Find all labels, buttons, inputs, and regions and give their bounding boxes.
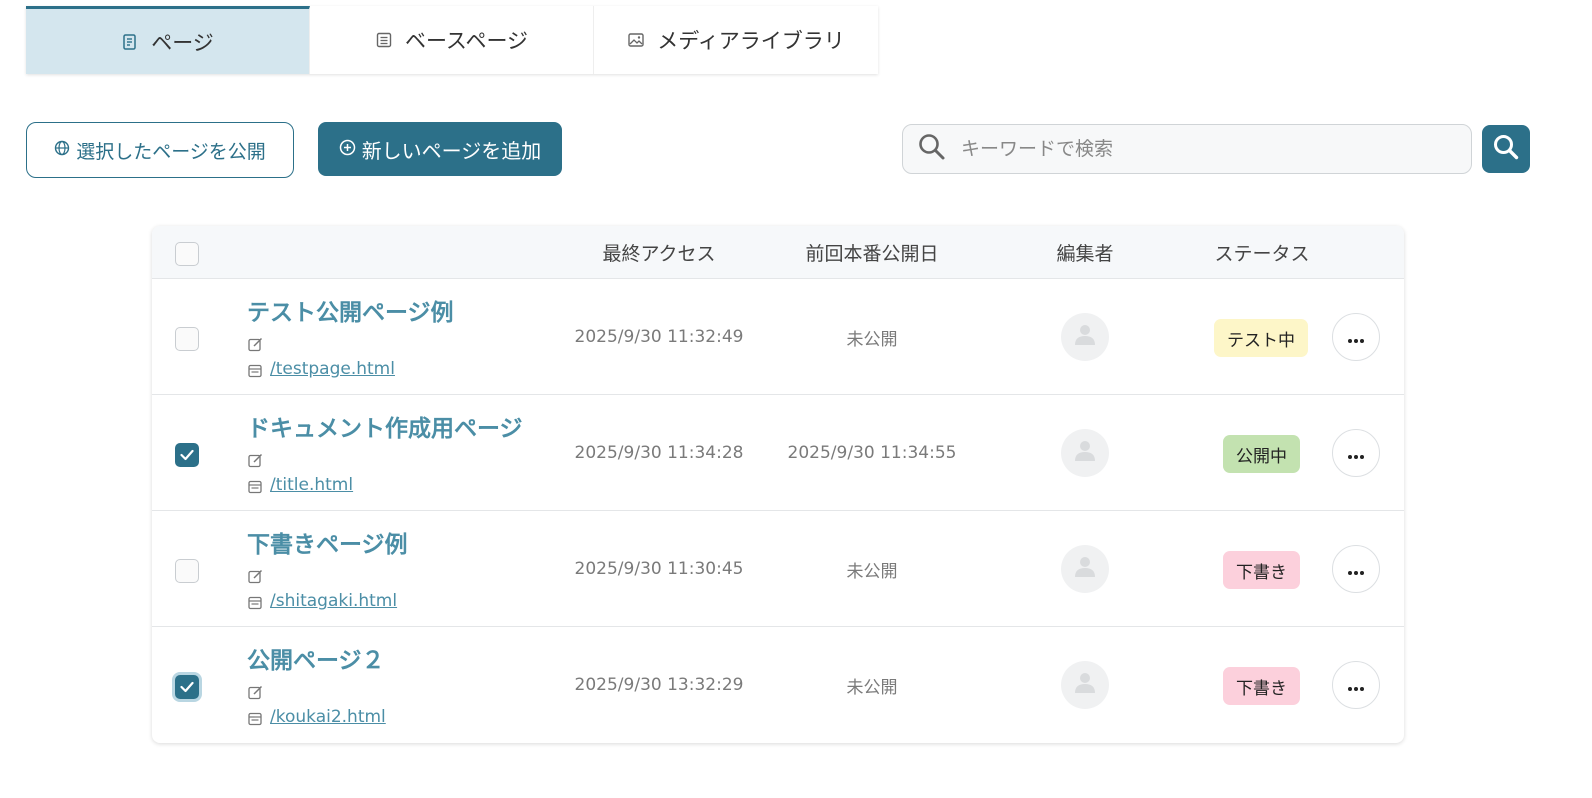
add-page-button[interactable]: 新しいページを追加 bbox=[318, 122, 562, 176]
row-checkbox[interactable] bbox=[175, 559, 199, 583]
search-button[interactable] bbox=[1482, 125, 1530, 173]
header-editor: 編集者 bbox=[1056, 243, 1114, 265]
avatar bbox=[1061, 313, 1109, 361]
image-icon bbox=[627, 31, 645, 49]
page-path-link[interactable]: /testpage.html bbox=[270, 359, 395, 379]
search-box bbox=[902, 124, 1472, 174]
pages-table: 最終アクセス 前回本番公開日 編集者 ステータス テスト公開ページ例 /test… bbox=[152, 226, 1404, 743]
more-options-button[interactable] bbox=[1332, 661, 1380, 709]
more-options-button[interactable] bbox=[1332, 313, 1380, 361]
header-status: ステータス bbox=[1214, 243, 1310, 265]
last-access-cell: 2025/9/30 11:32:49 bbox=[574, 327, 744, 347]
avatar bbox=[1061, 429, 1109, 477]
edit-icon[interactable] bbox=[248, 569, 263, 584]
tab-label: ベースページ bbox=[404, 29, 529, 53]
avatar bbox=[1061, 661, 1109, 709]
page-title-link[interactable]: テスト公開ページ例 bbox=[247, 293, 454, 327]
plus-circle-icon bbox=[339, 137, 356, 161]
tab-pages[interactable]: ページ bbox=[26, 6, 310, 74]
check-icon bbox=[180, 446, 194, 465]
tab-label: メディアライブラリ bbox=[657, 29, 845, 53]
status-badge: テスト中 bbox=[1214, 319, 1308, 357]
more-options-button[interactable] bbox=[1332, 429, 1380, 477]
check-icon bbox=[180, 678, 194, 697]
search-input[interactable] bbox=[961, 138, 1441, 160]
page-path-link[interactable]: /shitagaki.html bbox=[270, 591, 397, 611]
tab-base-pages[interactable]: ベースページ bbox=[310, 6, 594, 74]
table-row: テスト公開ページ例 /testpage.html 2025/9/30 11:32… bbox=[152, 279, 1404, 395]
last-published-cell: 未公開 bbox=[846, 561, 898, 582]
file-path-icon bbox=[248, 363, 262, 378]
more-options-button[interactable] bbox=[1332, 545, 1380, 593]
page-title-link[interactable]: 公開ページ２ bbox=[247, 641, 385, 675]
page-title-link[interactable]: ドキュメント作成用ページ bbox=[247, 409, 523, 443]
tab-media-library[interactable]: メディアライブラリ bbox=[594, 6, 878, 74]
status-badge: 公開中 bbox=[1223, 435, 1300, 473]
page-icon bbox=[121, 33, 139, 51]
select-all-checkbox[interactable] bbox=[175, 242, 199, 266]
page-path-link[interactable]: /title.html bbox=[270, 475, 353, 495]
globe-icon bbox=[54, 139, 70, 161]
file-path-icon bbox=[248, 711, 262, 726]
ellipsis-icon bbox=[1347, 328, 1365, 347]
search-icon bbox=[1492, 133, 1520, 165]
user-icon bbox=[1074, 323, 1096, 351]
table-row: ドキュメント作成用ページ /title.html 2025/9/30 11:34… bbox=[152, 395, 1404, 511]
row-checkbox[interactable] bbox=[175, 327, 199, 351]
base-page-icon bbox=[375, 31, 393, 49]
last-access-cell: 2025/9/30 13:32:29 bbox=[574, 675, 744, 695]
status-badge: 下書き bbox=[1223, 667, 1300, 705]
avatar bbox=[1061, 545, 1109, 593]
user-icon bbox=[1074, 555, 1096, 583]
last-access-cell: 2025/9/30 11:30:45 bbox=[574, 559, 744, 579]
user-icon bbox=[1074, 439, 1096, 467]
table-row: 下書きページ例 /shitagaki.html 2025/9/30 11:30:… bbox=[152, 511, 1404, 627]
publish-selected-label: 選択したページを公開 bbox=[76, 140, 266, 163]
edit-icon[interactable] bbox=[248, 337, 263, 352]
ellipsis-icon bbox=[1347, 676, 1365, 695]
last-published-cell: 未公開 bbox=[846, 329, 898, 350]
row-checkbox[interactable] bbox=[175, 675, 199, 699]
add-page-label: 新しいページを追加 bbox=[361, 138, 542, 163]
search-icon bbox=[917, 132, 947, 166]
status-badge: 下書き bbox=[1223, 551, 1300, 589]
tab-label: ページ bbox=[151, 30, 214, 55]
ellipsis-icon bbox=[1347, 560, 1365, 579]
page-title-link[interactable]: 下書きページ例 bbox=[247, 525, 408, 559]
header-last-published: 前回本番公開日 bbox=[805, 243, 939, 265]
user-icon bbox=[1074, 671, 1096, 699]
edit-icon[interactable] bbox=[248, 685, 263, 700]
last-published-cell: 未公開 bbox=[846, 677, 898, 698]
edit-icon[interactable] bbox=[248, 453, 263, 468]
tab-bar: ページ ベースページ メディアライブラリ bbox=[26, 6, 878, 74]
file-path-icon bbox=[248, 479, 262, 494]
ellipsis-icon bbox=[1347, 444, 1365, 463]
page-path-link[interactable]: /koukai2.html bbox=[270, 707, 386, 727]
table-row: 公開ページ２ /koukai2.html 2025/9/30 13:32:29 … bbox=[152, 627, 1404, 743]
publish-selected-button[interactable]: 選択したページを公開 bbox=[26, 122, 294, 178]
file-path-icon bbox=[248, 595, 262, 610]
table-header: 最終アクセス 前回本番公開日 編集者 ステータス bbox=[152, 226, 1404, 279]
row-checkbox[interactable] bbox=[175, 443, 199, 467]
header-last-access: 最終アクセス bbox=[602, 243, 716, 265]
last-access-cell: 2025/9/30 11:34:28 bbox=[574, 443, 744, 463]
last-published-cell: 2025/9/30 11:34:55 bbox=[787, 443, 957, 463]
